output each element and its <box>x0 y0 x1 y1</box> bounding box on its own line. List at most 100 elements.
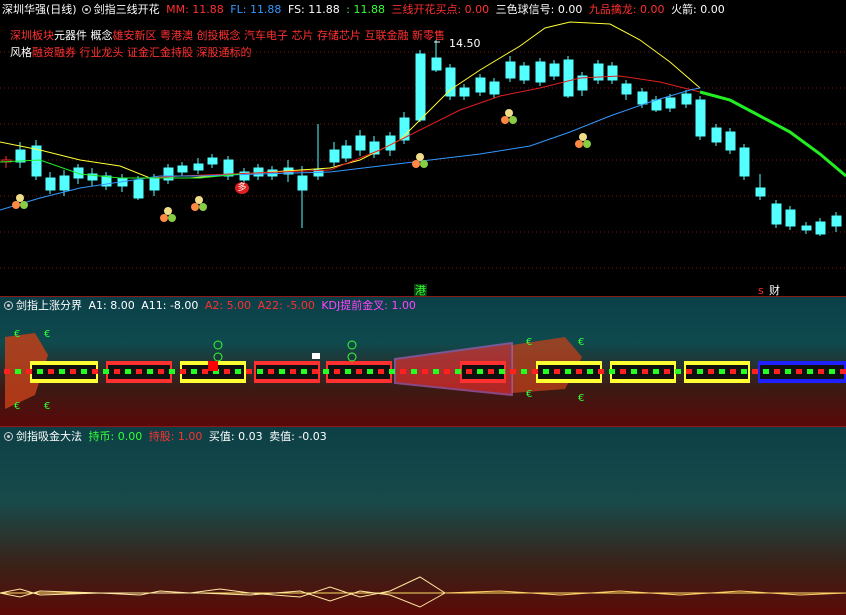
signal-ball-red <box>191 203 199 211</box>
indicator-value-fl: FL: 11.88 <box>230 3 282 16</box>
candle-body <box>297 175 308 191</box>
indicator-value-a22: A22: -5.00 <box>257 299 315 312</box>
candle-body <box>607 65 618 81</box>
boundary-dot <box>543 369 549 374</box>
candle-body <box>681 93 692 105</box>
money-flow-panel[interactable]: 剑指吸金大法 持币: 0.00 持股: 1.00 买值: 0.03 卖值: -0… <box>0 427 846 615</box>
sector-value: 元器件 <box>54 29 87 42</box>
settings-gear-icon[interactable] <box>4 432 13 441</box>
boundary-dot <box>796 369 802 374</box>
boundary-band-inner <box>686 365 748 379</box>
indicator-name[interactable]: 剑指三线开花 <box>94 3 160 16</box>
candle-body <box>785 209 796 227</box>
style-label: 风格 <box>10 46 32 59</box>
boundary-dot <box>15 369 21 374</box>
candle-body <box>563 59 574 97</box>
arrow-glyph: € <box>578 393 584 404</box>
indicator-value-chibi: 持币: 0.00 <box>88 430 143 443</box>
candle-body <box>193 163 204 171</box>
boundary-dot <box>323 369 329 374</box>
indicator-name[interactable]: 剑指吸金大法 <box>16 430 82 443</box>
indicator-value-maizhi-sell: 卖值: -0.03 <box>269 430 327 443</box>
signal-ball-red <box>575 140 583 148</box>
indicator-value-a11: A11: -8.00 <box>141 299 199 312</box>
boundary-dot <box>356 369 362 374</box>
money-flow-header: 剑指吸金大法 持币: 0.00 持股: 1.00 买值: 0.03 卖值: -0… <box>0 429 330 444</box>
signal-ball-green <box>509 116 517 124</box>
boundary-dot <box>708 369 714 374</box>
money-flow-line <box>0 576 446 608</box>
candle-body <box>711 127 722 143</box>
boundary-dot <box>279 369 285 374</box>
boundary-dot <box>576 369 582 374</box>
signal-ball-red <box>501 116 509 124</box>
boundary-dot <box>719 369 725 374</box>
boundary-dot <box>26 369 32 374</box>
kdj-circle <box>347 352 357 362</box>
boundary-dot <box>301 369 307 374</box>
indicator-name[interactable]: 剑指上涨分界 <box>16 299 82 312</box>
indicator-value-a2: A2: 5.00 <box>204 299 252 312</box>
candle-body <box>31 145 42 177</box>
price-chart-header: 深圳华强(日线) 剑指三线开花 MM: 11.88 FL: 11.88 FS: 1… <box>0 2 728 17</box>
boundary-dot <box>389 369 395 374</box>
boundary-dot <box>510 369 516 374</box>
candle-body <box>725 131 736 151</box>
candle-body <box>329 149 340 163</box>
arrow-glyph: € <box>44 401 50 412</box>
boundary-dot <box>136 369 142 374</box>
boundary-dot <box>235 369 241 374</box>
boundary-dot <box>246 369 252 374</box>
settings-gear-icon[interactable] <box>4 301 13 310</box>
concept-values: 雄安新区 粤港澳 创投概念 汽车电子 芯片 存储芯片 互联金融 新零售 <box>112 29 445 42</box>
boundary-dot <box>609 369 615 374</box>
candle-body <box>445 67 456 97</box>
boundary-dot <box>158 369 164 374</box>
boundary-dot <box>92 369 98 374</box>
money-flow-canvas[interactable] <box>0 427 846 615</box>
arrow-glyph: € <box>526 337 532 348</box>
boundary-dot <box>620 369 626 374</box>
rise-boundary-panel[interactable]: € € € € € € € € 剑指上涨分界 A1: 8.00 A11: -8.00 A2: … <box>0 297 846 427</box>
candle-body <box>815 221 826 235</box>
boundary-dot <box>686 369 692 374</box>
candle-body <box>149 177 160 191</box>
candle-body <box>415 53 426 121</box>
boundary-dot <box>631 369 637 374</box>
candle-body <box>665 97 676 109</box>
candle-body <box>59 175 70 191</box>
price-chart-panel[interactable]: 深圳华强(日线) 剑指三线开花 MM: 11.88 FL: 11.88 FS: 1… <box>0 0 846 297</box>
boundary-dot <box>741 369 747 374</box>
boundary-dot <box>807 369 813 374</box>
boundary-dot <box>147 369 153 374</box>
candle-body <box>831 215 842 227</box>
rise-boundary-canvas[interactable]: € € € € € € € € <box>0 297 846 427</box>
boundary-dot <box>466 369 472 374</box>
indicator-value-fs: FS: 11.88 <box>287 3 340 16</box>
high-price-label: 14.50 <box>449 37 481 50</box>
candle-body <box>15 149 26 163</box>
boundary-band-inner <box>256 365 318 379</box>
concept-label: 概念 <box>90 29 113 42</box>
boundary-dot <box>554 369 560 374</box>
sector-label: 深圳板块 <box>10 29 54 42</box>
candle-body <box>355 135 366 151</box>
indicator-value-green: : 11.88 <box>346 3 385 16</box>
signal-ball-yellow <box>164 207 172 215</box>
boundary-dot <box>477 369 483 374</box>
signal-ball-yellow <box>416 153 424 161</box>
candle-body <box>267 169 278 177</box>
candle-body <box>549 63 560 77</box>
stock-name[interactable]: 深圳华强(日线) <box>2 3 77 16</box>
boundary-dot <box>675 369 681 374</box>
boundary-dot <box>752 369 758 374</box>
signal-ball-red <box>160 214 168 222</box>
indicator-value-a1: A1: 8.00 <box>88 299 135 312</box>
marker-duo: 多 <box>235 182 249 194</box>
settings-gear-icon[interactable] <box>81 5 91 14</box>
arrow-glyph: € <box>526 389 532 400</box>
indicator-value-huojian: 火箭: 0.00 <box>671 3 725 16</box>
candle-body <box>637 91 648 105</box>
kdj-flag <box>312 353 320 359</box>
boundary-dot <box>499 369 505 374</box>
